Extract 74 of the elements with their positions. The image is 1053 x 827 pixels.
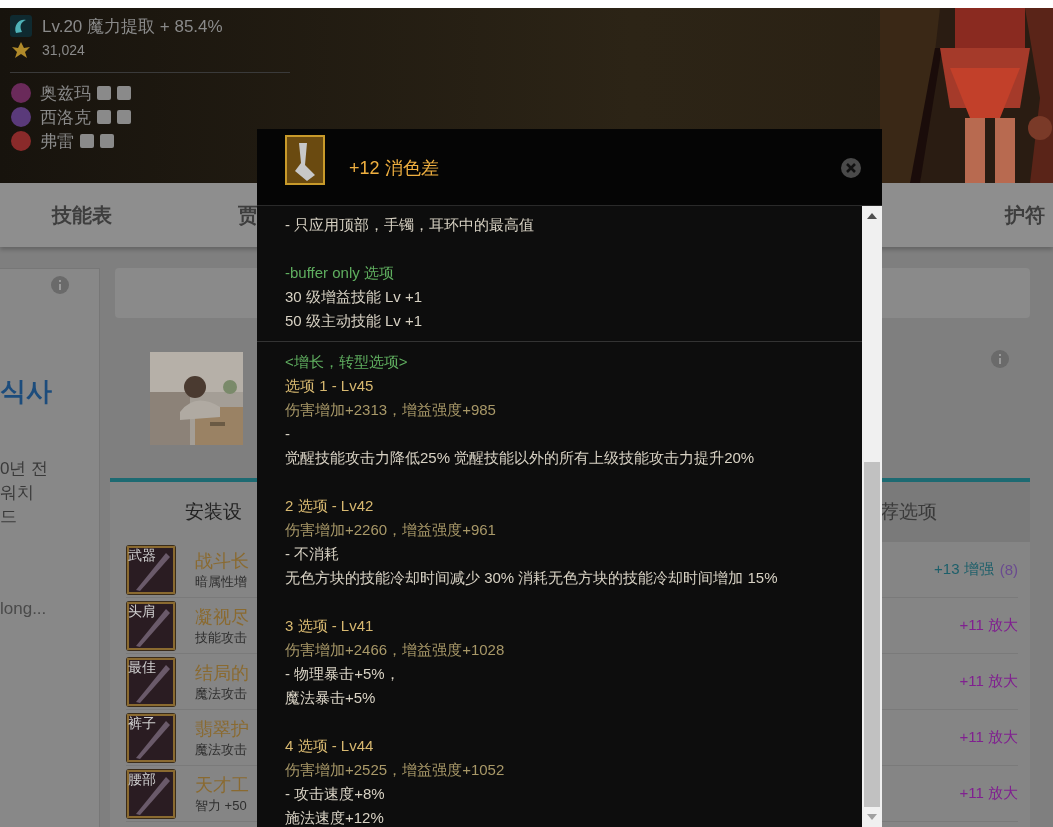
profile-title: 식사 xyxy=(0,375,53,408)
tooltip-line: - 不消耗 xyxy=(285,544,341,564)
tooltip-line: 30 级增益技能 Lv +1 xyxy=(285,287,424,307)
tooltip-line: 选项 1 - Lv45 xyxy=(285,376,375,396)
nav-tab[interactable]: 贾 xyxy=(238,201,258,229)
item-stat: 智力 +50 xyxy=(195,796,248,815)
slot-label: 裤子 xyxy=(128,714,156,731)
upgrade-level: +13 增强 xyxy=(934,560,994,579)
slot-square xyxy=(100,134,114,148)
more-text: long... xyxy=(0,599,48,619)
scrollbar[interactable] xyxy=(862,206,882,827)
item-icon xyxy=(126,544,176,595)
item-name[interactable]: 天才工 xyxy=(195,772,249,797)
tooltip-line: 3 选项 - Lv41 xyxy=(285,616,375,636)
info-icon[interactable] xyxy=(51,276,69,294)
slot-label: 最佳 xyxy=(128,658,156,675)
item-name[interactable]: 凝视尽 xyxy=(195,604,249,629)
item-icon xyxy=(126,712,176,763)
tooltip-line: 50 级主动技能 Lv +1 xyxy=(285,311,424,331)
upgrade-level: +11 放大 xyxy=(959,728,1018,747)
upgrade-level: +11 放大 xyxy=(959,616,1018,635)
item-icon xyxy=(126,656,176,707)
upgrade-count: (8) xyxy=(999,561,1018,578)
tooltip-line: <增长，转型选项> xyxy=(285,352,409,372)
nav-tab[interactable]: 技能表 xyxy=(52,201,112,229)
item-icon xyxy=(126,600,176,651)
tooltip-line: 伤害增加+2525，增益强度+1052 xyxy=(285,760,506,780)
item-title: +12 消色差 xyxy=(349,157,439,180)
skill-level: Lv.20 魔力提取 + 85.4% xyxy=(42,15,223,38)
tooltip-line: - xyxy=(285,424,291,444)
scroll-thumb[interactable] xyxy=(864,462,880,807)
profile-text: 워치 xyxy=(0,482,35,504)
profile-text: 0년 전 xyxy=(0,458,50,480)
tooltip-line: -buffer only 选项 xyxy=(285,263,395,283)
tooltip-line: 4 选项 - Lv44 xyxy=(285,736,375,756)
tooltip-line: 无色方块的技能冷却时间减少 30% 消耗无色方块的技能冷却时间增加 15% xyxy=(285,568,779,588)
skill-icon xyxy=(10,15,32,37)
item-stat: 魔法攻击 xyxy=(195,684,248,703)
score-value: 31,024 xyxy=(42,42,85,58)
profile-text: 드 xyxy=(0,506,18,528)
slot-square xyxy=(117,110,131,124)
upgrade-level: +11 放大 xyxy=(959,784,1018,803)
info-icon[interactable] xyxy=(991,350,1009,368)
close-icon[interactable] xyxy=(841,158,861,178)
slot-square xyxy=(117,86,131,100)
tooltip-line: - 只应用顶部，手镯，耳环中的最高值 xyxy=(285,215,536,235)
tooltip-line: - 物理暴击+5%， xyxy=(285,664,401,684)
tooltip-line: 魔法暴击+5% xyxy=(285,688,377,708)
slot-label: 武器 xyxy=(128,546,156,563)
scroll-up-icon[interactable] xyxy=(867,213,877,219)
slot-square xyxy=(97,86,111,100)
nav-tab[interactable]: 护符 xyxy=(1005,201,1045,229)
slot-label: 腰部 xyxy=(128,770,156,787)
member-name: 西洛克 xyxy=(40,106,91,129)
item-icon xyxy=(126,768,176,819)
upgrade-level: +11 放大 xyxy=(959,672,1018,691)
tooltip-line: 伤害增加+2313，增益强度+985 xyxy=(285,400,497,420)
slot-square xyxy=(80,134,94,148)
tooltip-line: 觉醒技能攻击力降低25% 觉醒技能以外的所有上级技能攻击力提升20% xyxy=(285,448,756,468)
tooltip-line: 施法速度+12% xyxy=(285,808,385,827)
slot-square xyxy=(97,110,111,124)
item-name[interactable]: 翡翠护 xyxy=(195,716,249,741)
member-name: 奥兹玛 xyxy=(40,82,91,105)
item-stat: 技能攻击 xyxy=(195,628,248,647)
item-name[interactable]: 结局的 xyxy=(195,660,249,685)
slot-label: 头肩 xyxy=(128,602,156,619)
scroll-down-icon[interactable] xyxy=(867,814,877,820)
tooltip-line: 伤害增加+2466，增益强度+1028 xyxy=(285,640,506,660)
member-name: 弗雷 xyxy=(40,130,74,153)
tooltip-line: - 攻击速度+8% xyxy=(285,784,386,804)
item-name[interactable]: 战斗长 xyxy=(195,548,249,573)
item-stat: 魔法攻击 xyxy=(195,740,248,759)
item-stat: 暗属性增 xyxy=(195,572,248,591)
item-icon xyxy=(285,135,325,185)
